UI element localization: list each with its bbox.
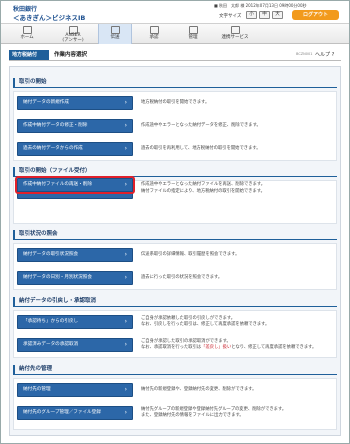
user-info: ■ 秋田 太郎 様 2012年07月13日 09時00分00秒 bbox=[214, 3, 307, 8]
button-label: 過去の納付データからの作成 bbox=[23, 146, 83, 151]
section-withdraw: 納付データの引戻し・承認取消 bbox=[13, 296, 337, 307]
header: 秋田銀行 ＜あきぎん＞ビジネスIB ■ 秋田 太郎 様 2012年07月13日 … bbox=[1, 1, 349, 22]
screen-code: BCZN001 bbox=[296, 52, 313, 56]
page-title-bar: 地方税納付 作業内容選択 BCZN001 ヘルプ ? bbox=[9, 49, 341, 61]
nav-transfer-label: 伝送 bbox=[110, 35, 120, 40]
description: 伝送系取引の詳細情報、取引履歴を照会できます。 bbox=[141, 252, 240, 257]
chevron-right-icon: › bbox=[124, 341, 127, 348]
nav-approve-label: 承認 bbox=[149, 35, 159, 40]
edit-tax-data-button[interactable]: 作成中納付データの修正・削除 › bbox=[17, 119, 133, 133]
status-inquiry-button[interactable]: 納付データの取引状況照会 › bbox=[17, 248, 133, 262]
section-title: 納付先の管理 bbox=[19, 366, 53, 372]
text-size-label: 文字サイズ bbox=[219, 14, 242, 19]
nav-home[interactable]: ホーム bbox=[10, 24, 44, 44]
section-title: 納付データの引戻し・承認取消 bbox=[19, 298, 97, 304]
new-tax-data-button[interactable]: 納付データの新規作成 › bbox=[17, 96, 133, 110]
section-start: 取引の開始 bbox=[13, 77, 337, 88]
global-nav: ホーム ANSER (アンサー) 伝送 承認 管理 連携サービス bbox=[1, 23, 349, 44]
chevron-right-icon: › bbox=[124, 251, 127, 258]
home-icon bbox=[22, 26, 32, 34]
section-title: 取引の開始 bbox=[19, 79, 47, 85]
chevron-right-icon: › bbox=[124, 99, 127, 106]
link-service-icon bbox=[230, 26, 240, 34]
description-text: となり、修正して再度承認を依頼できます。 bbox=[231, 345, 317, 350]
section-status: 取引状況の照会 bbox=[13, 229, 337, 240]
nav-anser-label: ANSER (アンサー) bbox=[62, 33, 84, 43]
section-marker bbox=[13, 365, 15, 374]
admin-icon bbox=[188, 26, 198, 34]
nav-anser[interactable]: ANSER (アンサー) bbox=[51, 24, 95, 44]
page-category: 地方税納付 bbox=[9, 50, 49, 60]
description: 過去の取引を再利用して、地方税納付の取引を開始できます。 bbox=[141, 146, 261, 151]
section-title: 取引状況の照会 bbox=[19, 231, 58, 237]
nav-approve[interactable]: 承認 bbox=[137, 24, 171, 44]
nav-admin[interactable]: 管理 bbox=[176, 24, 210, 44]
text-size-medium-button[interactable]: 中 bbox=[259, 11, 270, 19]
nav-home-label: ホーム bbox=[20, 35, 34, 40]
description: ご自身が承認依頼した取引の引戻しができます。 なお、引戻しを行った取引は、修正し… bbox=[141, 316, 331, 328]
withdraw-pending-button[interactable]: 「承認待ち」からの引戻し › bbox=[17, 315, 133, 329]
section-marker bbox=[13, 78, 15, 87]
text-size-large-button[interactable]: 大 bbox=[272, 11, 283, 19]
button-label: 作成中納付ファイルの再送・削除 bbox=[23, 182, 92, 187]
description-text: なお、承認取消を行った取引は bbox=[141, 345, 202, 350]
description-line: なお、承認取消を行った取引は「差戻し」扱いとなり、修正して再度承認を依頼できます… bbox=[141, 345, 331, 351]
description-line: また、登録納付先の情報をファイルに出力できます。 bbox=[141, 413, 244, 418]
description: 過去に行った取引の状況を照会できます。 bbox=[141, 275, 223, 280]
chevron-right-icon: › bbox=[124, 145, 127, 152]
service-logo[interactable]: ＜あきぎん＞ビジネスIB bbox=[13, 12, 85, 22]
nav-link-service-label: 連携サービス bbox=[221, 35, 249, 40]
chevron-right-icon: › bbox=[124, 386, 127, 393]
chevron-right-icon: › bbox=[124, 122, 127, 129]
copy-past-data-button[interactable]: 過去の納付データからの作成 › bbox=[17, 142, 133, 156]
section-marker bbox=[13, 297, 15, 306]
description: 作成途中やエラーとなった納付データを修正、削除できます。 bbox=[141, 123, 261, 128]
button-label: 納付先の管理 bbox=[23, 387, 51, 392]
chevron-right-icon: › bbox=[124, 274, 127, 281]
section-payee: 納付先の管理 bbox=[13, 364, 337, 375]
button-label: 納付先のグループ管理／ファイル登録 bbox=[23, 410, 101, 415]
description-line: なお、引戻しを行った取引は、修正して再度承認を依頼できます。 bbox=[141, 322, 270, 327]
button-label: 「承認待ち」からの引戻し bbox=[23, 319, 79, 324]
button-label: 納付データの新規作成 bbox=[23, 100, 69, 105]
button-label: 納付データの取引状況照会 bbox=[23, 252, 79, 257]
chevron-right-icon: › bbox=[124, 318, 127, 325]
description: 作成途中やエラーとなった納付ファイルを再送、削除できます。 bbox=[141, 182, 266, 187]
chevron-right-icon: › bbox=[124, 181, 127, 188]
nav-admin-label: 管理 bbox=[188, 35, 198, 40]
page-title: 作業内容選択 bbox=[54, 52, 88, 58]
help-link[interactable]: ヘルプ ? bbox=[315, 51, 334, 58]
nav-link-service[interactable]: 連携サービス bbox=[213, 24, 257, 44]
description: 納付ファイルの指定により、地方税納付の取引を開始できます。 bbox=[141, 189, 265, 194]
daily-monthly-inquiry-button[interactable]: 納付データの日別・月別状況照会 › bbox=[17, 271, 133, 285]
approve-icon bbox=[149, 26, 159, 34]
description-emphasis: 「差戻し」扱い bbox=[201, 345, 232, 350]
description: ご自身が承認した取引の承認取消ができます。 なお、承認取消を行った取引は「差戻し… bbox=[141, 339, 331, 351]
resend-file-button[interactable]: 作成中納付ファイルの再送・削除 › bbox=[17, 178, 133, 192]
section-title: 取引の開始（ファイル受付） bbox=[19, 168, 91, 174]
payee-group-button[interactable]: 納付先のグループ管理／ファイル登録 › bbox=[17, 406, 133, 420]
button-label: 納付データの日別・月別状況照会 bbox=[23, 275, 92, 280]
chevron-right-icon: › bbox=[124, 409, 127, 416]
section-marker bbox=[13, 230, 15, 239]
description: 地方税納付の取引を開始できます。 bbox=[141, 100, 210, 105]
button-label: 承認済みデータの承認取消 bbox=[23, 342, 79, 347]
nav-transfer[interactable]: 伝送 bbox=[98, 24, 132, 44]
transfer-icon bbox=[110, 26, 120, 34]
payee-management-button[interactable]: 納付先の管理 › bbox=[17, 383, 133, 397]
section-marker bbox=[13, 167, 15, 176]
button-label: 作成中納付データの修正・削除 bbox=[23, 123, 88, 128]
description: 納付先グループの新規登録や登録納付先グループの変更、削除ができます。 また、登録… bbox=[141, 407, 331, 419]
cancel-approval-button[interactable]: 承認済みデータの承認取消 › bbox=[17, 338, 133, 352]
description: 納付先の新規登録や、登録納付先の変更、削除ができます。 bbox=[141, 387, 257, 392]
text-size-small-button[interactable]: 小 bbox=[246, 11, 257, 19]
logout-button[interactable]: ログアウト bbox=[292, 10, 339, 20]
